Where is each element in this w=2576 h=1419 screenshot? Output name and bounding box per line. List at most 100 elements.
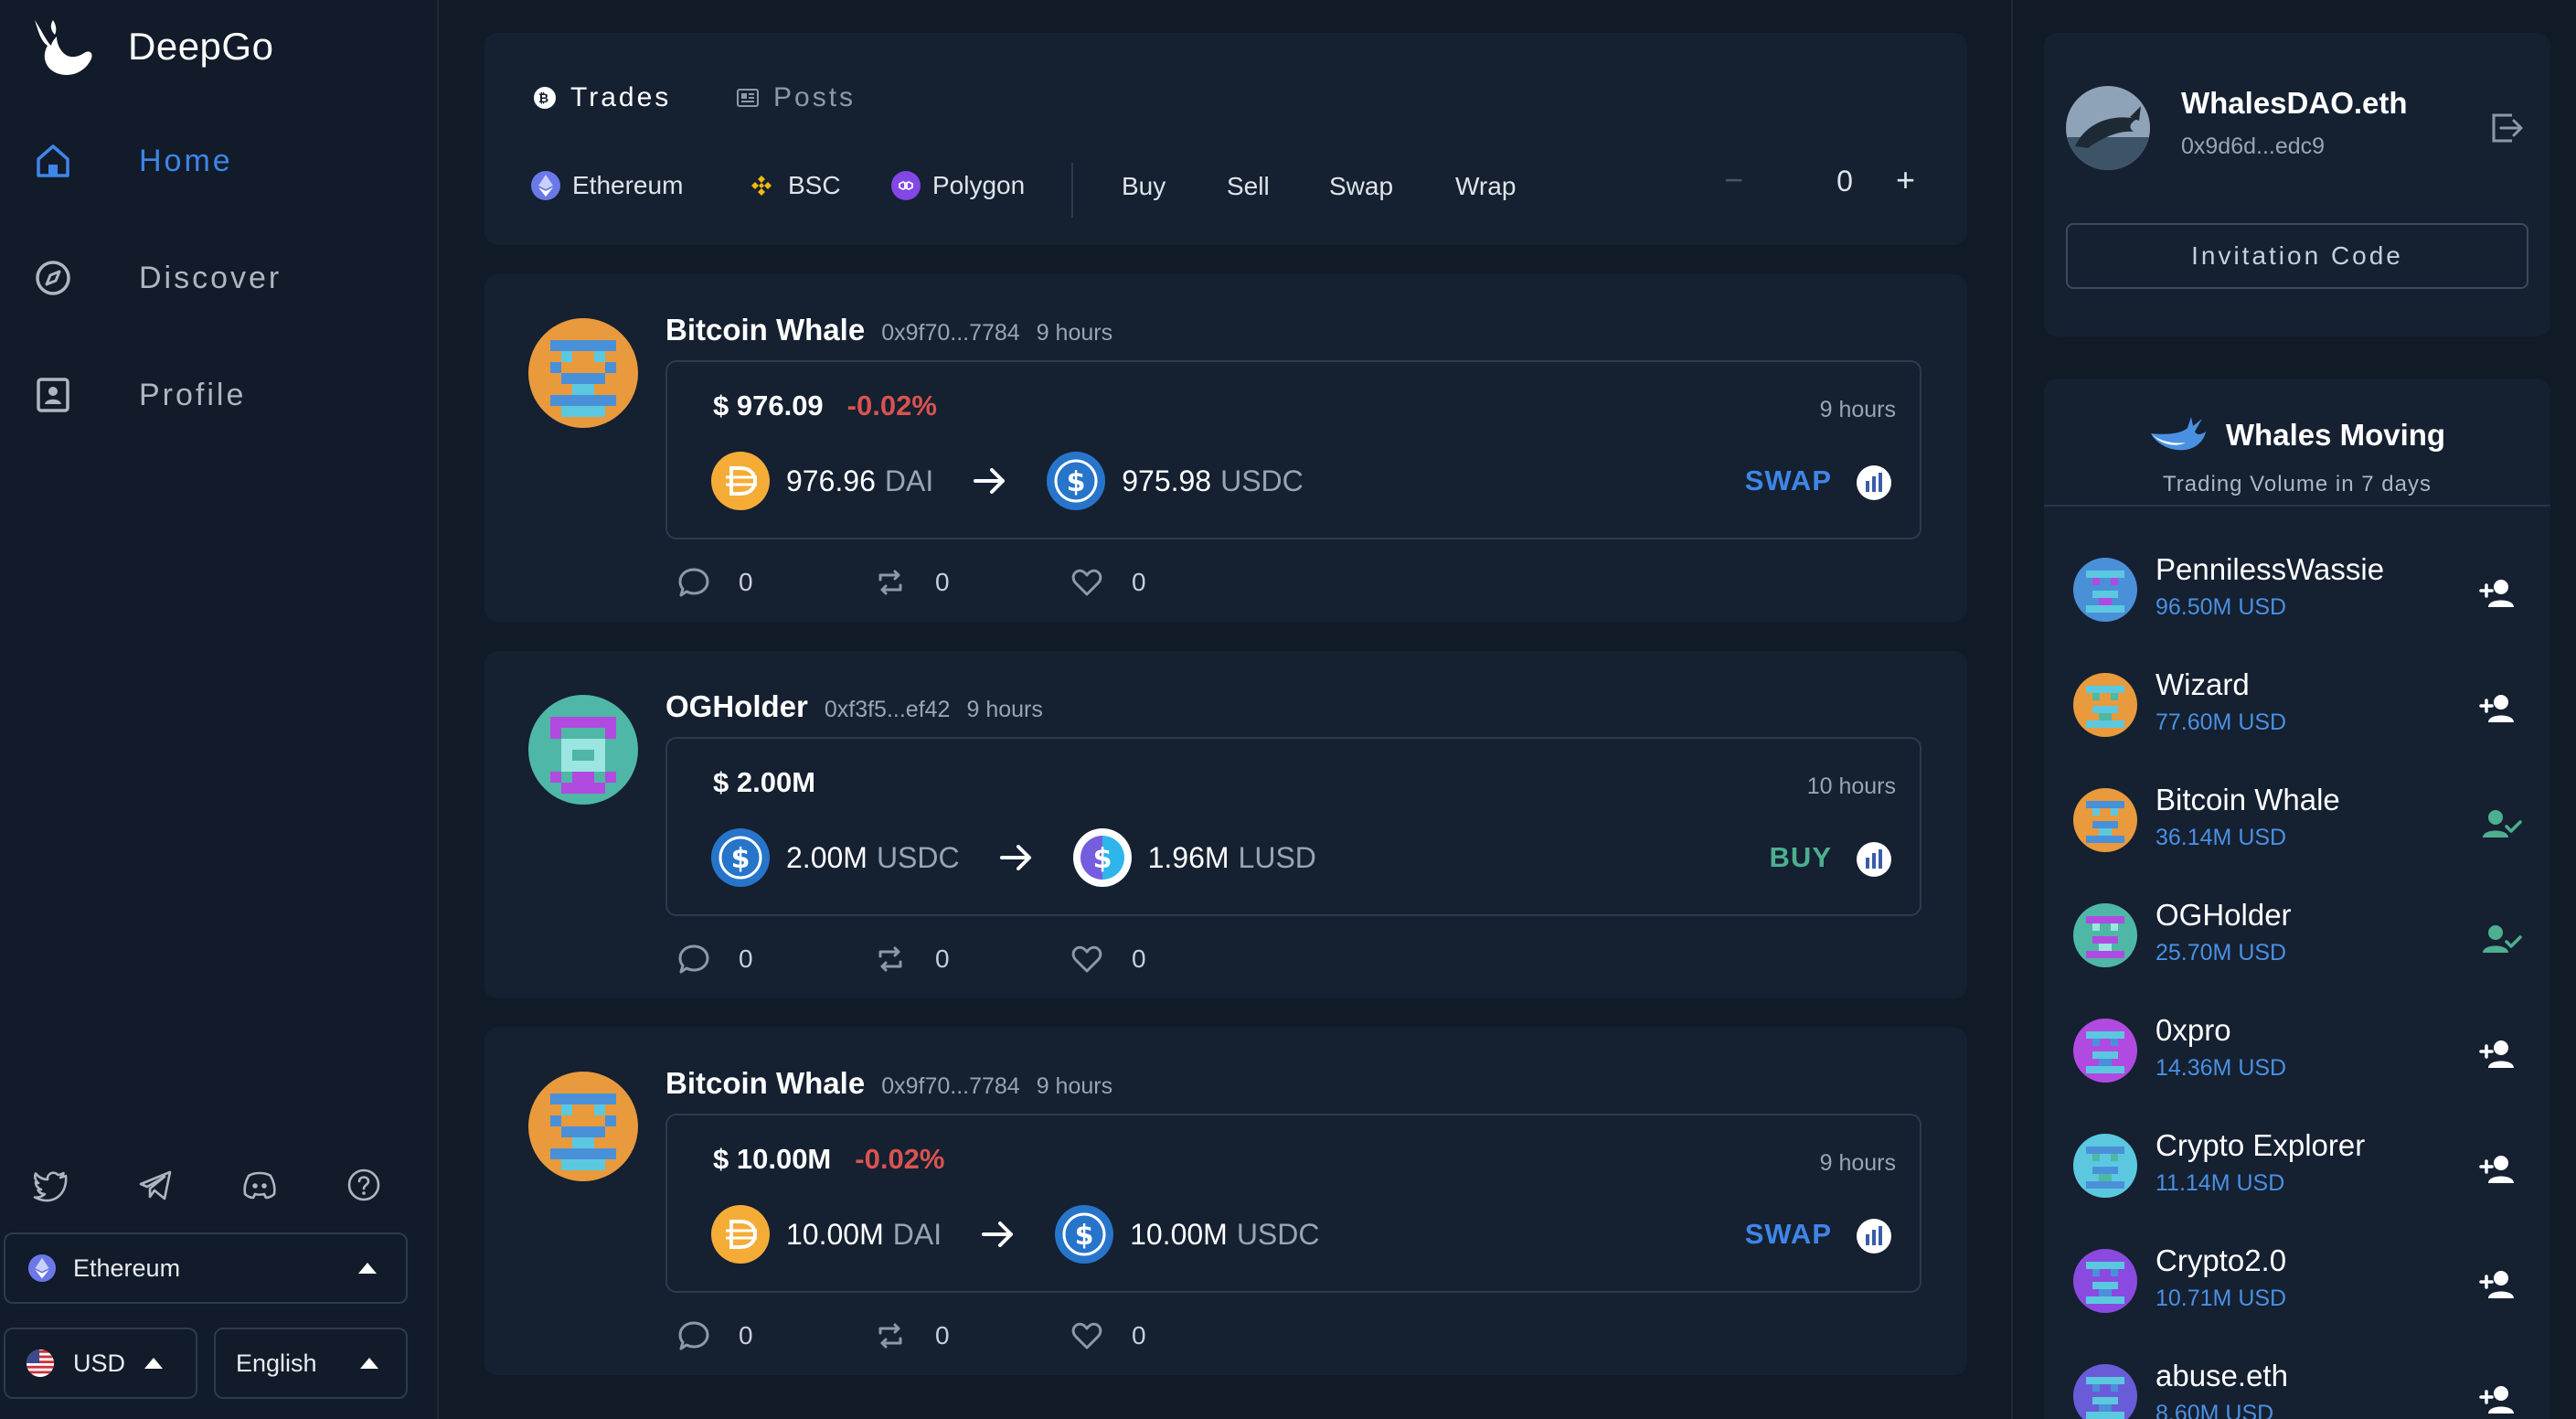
- app-logo[interactable]: DeepGo: [29, 13, 273, 80]
- like-button[interactable]: 0: [1070, 1318, 1266, 1353]
- avatar[interactable]: [2073, 1134, 2137, 1198]
- following-check-icon[interactable]: [2479, 801, 2523, 841]
- whale-volume: 77.60M USD: [2156, 710, 2287, 735]
- avatar[interactable]: [2073, 1364, 2137, 1419]
- dex-icon: [1857, 1219, 1891, 1254]
- whale-list-item[interactable]: OGHolder 25.70M USD: [2044, 872, 2550, 987]
- price-change: -0.02%: [855, 1143, 945, 1175]
- whale-list-item[interactable]: PennilessWassie 96.50M USD: [2044, 527, 2550, 642]
- avatar[interactable]: [2073, 903, 2137, 967]
- whale-list-item[interactable]: abuse.eth 8.60M USD: [2044, 1333, 2550, 1419]
- repost-button[interactable]: 0: [873, 565, 1070, 600]
- action-filter-buy[interactable]: Buy: [1122, 172, 1166, 201]
- trade-detail[interactable]: $ 2.00M 10 hours $ 2.00M USDC $ 1.96M LU…: [665, 737, 1921, 916]
- sidebar: DeepGo Home Discover Profile Ethereum US…: [0, 0, 439, 1419]
- whale-list-item[interactable]: Bitcoin Whale 36.14M USD: [2044, 757, 2550, 872]
- trader-name[interactable]: Bitcoin Whale: [665, 313, 865, 347]
- trade-stats: 0 0 0: [676, 1318, 1266, 1353]
- follow-user-icon[interactable]: [2479, 1147, 2523, 1187]
- whale-name: OGHolder: [2156, 898, 2292, 932]
- network-select[interactable]: Ethereum: [4, 1232, 408, 1304]
- chain-filter-bsc[interactable]: BSC: [746, 170, 841, 201]
- trader-name[interactable]: Bitcoin Whale: [665, 1066, 865, 1101]
- logout-icon[interactable]: [2486, 108, 2527, 148]
- comment-button[interactable]: 0: [676, 565, 873, 600]
- avatar[interactable]: [2073, 1019, 2137, 1083]
- nav-profile[interactable]: Profile: [33, 375, 246, 415]
- like-count: 0: [1132, 1321, 1146, 1350]
- trader-address: 0x9f70...7784: [881, 1073, 1020, 1099]
- stepper-increment-button[interactable]: +: [1896, 161, 1915, 199]
- like-count: 0: [1132, 568, 1146, 596]
- nav-profile-label: Profile: [139, 377, 247, 412]
- stepper-value[interactable]: 0: [1808, 165, 1881, 198]
- chain-filter-polygon[interactable]: Polygon: [890, 170, 1025, 201]
- action-filter-wrap[interactable]: Wrap: [1455, 172, 1516, 201]
- avatar[interactable]: [2066, 86, 2150, 170]
- twitter-icon[interactable]: [33, 1167, 69, 1203]
- follow-user-icon[interactable]: [2479, 1262, 2523, 1302]
- avatar[interactable]: [528, 318, 638, 428]
- whale-list-item[interactable]: Crypto Explorer 11.14M USD: [2044, 1103, 2550, 1218]
- language-select[interactable]: English: [214, 1328, 408, 1399]
- trade-card: Bitcoin Whale 0x9f70...7784 9 hours $ 10…: [484, 1028, 1967, 1375]
- tab-posts[interactable]: Posts: [735, 82, 856, 113]
- bsc-icon: [751, 176, 772, 196]
- heart-icon: [1071, 1322, 1102, 1350]
- discord-icon[interactable]: [241, 1167, 278, 1203]
- follow-user-icon[interactable]: [2479, 1031, 2523, 1072]
- trader-name[interactable]: OGHolder: [665, 689, 808, 724]
- chain-filter-ethereum[interactable]: Ethereum: [530, 170, 683, 201]
- whale-list-item[interactable]: Wizard 77.60M USD: [2044, 642, 2550, 757]
- avatar[interactable]: [2073, 788, 2137, 852]
- currency-select-value: USD: [73, 1349, 126, 1377]
- help-icon[interactable]: [346, 1167, 382, 1203]
- invitation-code-button[interactable]: Invitation Code: [2066, 223, 2528, 289]
- avatar[interactable]: [528, 1072, 638, 1181]
- whale-list-item[interactable]: 0xpro 14.36M USD: [2044, 987, 2550, 1103]
- to-amount: 10.00M: [1130, 1217, 1228, 1251]
- avatar[interactable]: [2073, 673, 2137, 737]
- trade-timestamp: 9 hours: [1036, 320, 1113, 346]
- avatar[interactable]: [2073, 1249, 2137, 1313]
- like-count: 0: [1132, 944, 1146, 973]
- nav-discover[interactable]: Discover: [33, 258, 282, 298]
- usdc-icon: $: [711, 828, 770, 887]
- ethereum-icon: [27, 1254, 57, 1283]
- avatar[interactable]: [528, 695, 638, 805]
- currency-select[interactable]: USD: [4, 1328, 197, 1399]
- like-button[interactable]: 0: [1070, 565, 1266, 600]
- arrow-right-icon: [999, 845, 1031, 870]
- whale-name: 0xpro: [2156, 1013, 2231, 1047]
- trade-card-time: 10 hours: [1806, 774, 1896, 799]
- tab-trades[interactable]: ₿ Trades: [532, 82, 671, 113]
- follow-user-icon[interactable]: [2479, 1377, 2523, 1417]
- follow-user-icon[interactable]: [2479, 571, 2523, 611]
- comment-button[interactable]: 0: [676, 1318, 873, 1353]
- telegram-icon[interactable]: [137, 1167, 174, 1203]
- to-amount: 1.96M: [1147, 840, 1229, 874]
- nav-home[interactable]: Home: [33, 141, 233, 181]
- chain-filter-polygon-label: Polygon: [932, 171, 1026, 199]
- trade-detail[interactable]: $ 976.09 -0.02% 9 hours 976.96 DAI $ 975…: [665, 360, 1921, 539]
- action-filter-swap[interactable]: Swap: [1329, 172, 1393, 201]
- tab-posts-label: Posts: [773, 82, 857, 112]
- repost-button[interactable]: 0: [873, 942, 1070, 976]
- dai-icon: [711, 1205, 770, 1264]
- trade-detail[interactable]: $ 10.00M -0.02% 9 hours 10.00M DAI $ 10.…: [665, 1114, 1921, 1293]
- from-symbol: DAI: [884, 464, 934, 497]
- repost-button[interactable]: 0: [873, 1318, 1070, 1353]
- follow-user-icon[interactable]: [2479, 686, 2523, 726]
- trade-header: Bitcoin Whale 0x9f70...7784 9 hours: [665, 313, 1112, 347]
- language-select-value: English: [236, 1349, 317, 1377]
- avatar[interactable]: [2073, 558, 2137, 622]
- action-filter-sell[interactable]: Sell: [1227, 172, 1270, 201]
- like-button[interactable]: 0: [1070, 942, 1266, 976]
- whales-moving-panel: Whales Moving Trading Volume in 7 days P…: [2044, 379, 2550, 1419]
- comment-button[interactable]: 0: [676, 942, 873, 976]
- following-check-icon[interactable]: [2479, 916, 2523, 956]
- whale-list-item[interactable]: Crypto2.0 10.71M USD: [2044, 1218, 2550, 1333]
- whale-name: Crypto2.0: [2156, 1243, 2287, 1277]
- trade-type-label: SWAP: [1744, 464, 1832, 496]
- stepper-decrement-button[interactable]: −: [1724, 161, 1743, 199]
